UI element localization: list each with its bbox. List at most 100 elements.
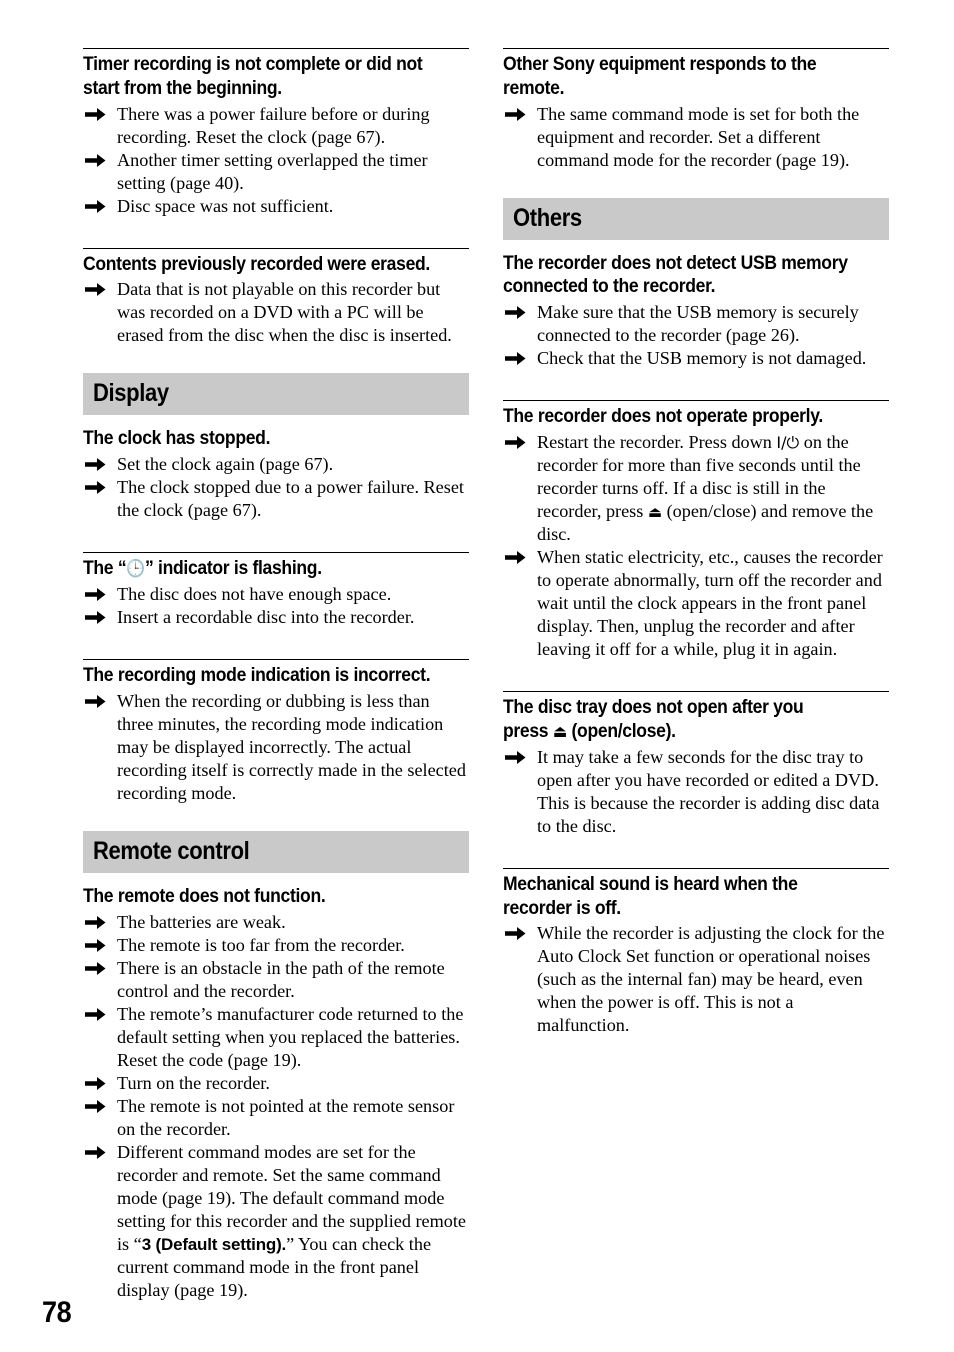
question-heading: Mechanical sound is heard when the recor…: [503, 872, 798, 919]
eject-icon: ⏏: [647, 503, 663, 522]
answer-list: Make sure that the USB memory is securel…: [503, 301, 889, 370]
arrow-right-icon: [85, 1145, 106, 1160]
section-disc-tray-not-open: The disc tray does not open after you pr…: [503, 691, 889, 838]
answer-list: While the recorder is adjusting the cloc…: [503, 922, 889, 1037]
section-band-others: Others: [503, 197, 889, 240]
arrow-right-icon: [85, 457, 106, 472]
list-item-text: The remote is not pointed at the remote …: [117, 1095, 455, 1139]
list-item-text: Insert a recordable disc into the record…: [117, 607, 415, 628]
list-item: Check that the USB memory is not damaged…: [503, 347, 889, 370]
section-contents-erased: Contents previously recorded were erased…: [83, 247, 469, 348]
right-column: Other Sony equipment responds to the rem…: [503, 48, 889, 1037]
answer-list: The batteries are weak. The remote is to…: [83, 911, 469, 1302]
list-item: The remote’s manufacturer code returned …: [83, 1003, 469, 1072]
answer-list: There was a power failure before or duri…: [83, 103, 469, 218]
list-item-text: The disc does not have enough space.: [117, 584, 392, 605]
section-clock-indicator-flashing: The “🕒” indicator is flashing. The disc …: [83, 552, 469, 629]
question-heading: The remote does not function.: [83, 884, 326, 907]
arrow-right-icon: [85, 961, 106, 976]
clock-icon: 🕒: [126, 559, 146, 580]
heading-text-pre: The “: [83, 557, 127, 580]
list-item: The remote is too far from the recorder.: [83, 934, 469, 957]
list-item-text: The remote’s manufacturer code returned …: [117, 1003, 464, 1070]
list-item: The batteries are weak.: [83, 911, 469, 934]
list-item-text: The batteries are weak.: [117, 911, 286, 932]
eject-icon: ⏏: [552, 721, 567, 742]
list-item-text: The clock stopped due to a power failure…: [117, 477, 464, 521]
default-setting-emphasis: 3 (Default setting).: [141, 1234, 287, 1254]
list-item: When static electricity, etc., causes th…: [503, 546, 889, 661]
arrow-right-icon: [505, 926, 526, 941]
list-item-text: Turn on the recorder.: [117, 1072, 270, 1093]
list-item-text: It may take a few seconds for the disc t…: [537, 746, 880, 836]
list-item: The disc does not have enough space.: [83, 583, 469, 606]
list-item: Different command modes are set for the …: [83, 1141, 469, 1302]
section-usb-memory-not-detected: The recorder does not detect USB memory …: [503, 252, 889, 371]
section-other-sony-equipment: Other Sony equipment responds to the rem…: [503, 48, 889, 172]
page-number: 78: [42, 1296, 72, 1329]
list-item: Set the clock again (page 67).: [83, 453, 469, 476]
list-item-text: The remote is too far from the recorder.: [117, 934, 405, 955]
list-item-text: Disc space was not sufficient.: [117, 195, 334, 216]
list-item: There was a power failure before or duri…: [83, 103, 469, 149]
list-item: Disc space was not sufficient.: [83, 195, 469, 218]
answer-list: The same command mode is set for both th…: [503, 103, 889, 172]
arrow-right-icon: [85, 480, 106, 495]
arrow-right-icon: [85, 1076, 106, 1091]
list-item: It may take a few seconds for the disc t…: [503, 746, 889, 838]
arrow-right-icon: [505, 750, 526, 765]
heading-text-post: ” indicator is flashing.: [145, 557, 322, 580]
section-recording-mode-indication: The recording mode indication is incorre…: [83, 659, 469, 805]
arrow-right-icon: [85, 938, 106, 953]
arrow-right-icon: [85, 282, 106, 297]
document-page: Timer recording is not complete or did n…: [0, 0, 954, 1352]
list-item-text: While the recorder is adjusting the cloc…: [537, 923, 885, 1036]
list-item-text: Set the clock again (page 67).: [117, 454, 334, 475]
arrow-right-icon: [505, 351, 526, 366]
question-heading: The recorder does not detect USB memory …: [503, 251, 848, 298]
heading-text-post: (open/close).: [566, 719, 676, 742]
answer-list: Restart the recorder. Press down I/⏻ on …: [503, 431, 889, 661]
question-heading: The disc tray does not open after you pr…: [503, 696, 850, 744]
section-mechanical-sound: Mechanical sound is heard when the recor…: [503, 867, 889, 1038]
list-item-text: When static electricity, etc., causes th…: [537, 547, 883, 660]
list-item-text: Make sure that the USB memory is securel…: [537, 302, 859, 346]
list-item-text: There is an obstacle in the path of the …: [117, 957, 445, 1001]
arrow-right-icon: [85, 1099, 106, 1114]
list-item: Restart the recorder. Press down I/⏻ on …: [503, 431, 889, 546]
arrow-right-icon: [85, 107, 106, 122]
list-item: Data that is not playable on this record…: [83, 278, 469, 347]
section-timer-recording: Timer recording is not complete or did n…: [83, 48, 469, 218]
answer-list: Set the clock again (page 67). The clock…: [83, 453, 469, 522]
list-item-text: Check that the USB memory is not damaged…: [537, 348, 867, 369]
list-item-text-pre: Restart the recorder. Press down: [537, 432, 777, 452]
power-icon: I/⏻: [776, 433, 800, 452]
question-heading: Other Sony equipment responds to the rem…: [503, 53, 817, 99]
section-band-remote-control: Remote control: [83, 830, 469, 873]
list-item-text: The same command mode is set for both th…: [537, 103, 860, 170]
question-heading: The recorder does not operate properly.: [503, 405, 823, 428]
question-heading: Timer recording is not complete or did n…: [83, 53, 423, 99]
list-item: Turn on the recorder.: [83, 1072, 469, 1095]
arrow-right-icon: [85, 915, 106, 930]
section-remote-not-function: The remote does not function. The batter…: [83, 885, 469, 1302]
arrow-right-icon: [85, 153, 106, 168]
list-item: While the recorder is adjusting the cloc…: [503, 922, 889, 1037]
arrow-right-icon: [85, 1007, 106, 1022]
answer-list: When the recording or dubbing is less th…: [83, 690, 469, 805]
section-band-title: Display: [93, 379, 169, 408]
arrow-right-icon: [505, 107, 526, 122]
section-band-title: Others: [513, 203, 582, 232]
list-item-text: Another timer setting overlapped the tim…: [117, 149, 428, 193]
question-heading: The clock has stopped.: [83, 427, 271, 450]
arrow-right-icon: [85, 199, 106, 214]
arrow-right-icon: [505, 305, 526, 320]
answer-list: The disc does not have enough space. Ins…: [83, 583, 469, 629]
list-item: There is an obstacle in the path of the …: [83, 957, 469, 1003]
question-heading: Contents previously recorded were erased…: [83, 252, 430, 275]
question-heading: The “🕒” indicator is flashing.: [83, 557, 430, 581]
section-band-display: Display: [83, 373, 469, 416]
left-column: Timer recording is not complete or did n…: [83, 48, 469, 1302]
question-heading: The recording mode indication is incorre…: [83, 664, 431, 687]
section-recorder-not-operate: The recorder does not operate properly. …: [503, 400, 889, 661]
